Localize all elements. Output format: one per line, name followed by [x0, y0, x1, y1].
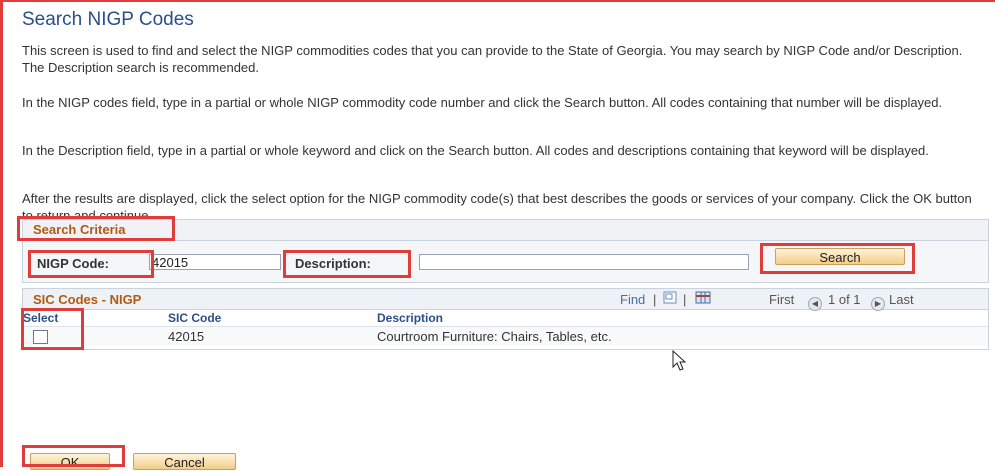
- column-header-description: Description: [377, 311, 444, 325]
- highlight-frame-top: [0, 0, 995, 2]
- table-row: 42015 Courtroom Furniture: Chairs, Table…: [23, 326, 988, 346]
- page-title: Search NIGP Codes: [22, 9, 194, 30]
- column-header-select: Select: [23, 311, 59, 325]
- nigp-code-input[interactable]: [149, 254, 281, 270]
- description-input[interactable]: [419, 254, 749, 270]
- view-all-icon[interactable]: [663, 291, 677, 307]
- page-status: 1 of 1: [828, 292, 861, 307]
- intro-paragraph: This screen is used to find and select t…: [22, 43, 963, 75]
- search-button[interactable]: Search: [775, 248, 905, 265]
- description-instructions-paragraph: In the Description field, type in a part…: [22, 143, 929, 158]
- nigp-instructions-paragraph: In the NIGP codes field, type in a parti…: [22, 95, 943, 110]
- sic-code-cell: 42015: [168, 329, 205, 344]
- sic-codes-grid: SIC Codes - NIGP Find | | First ◀ 1 of 1…: [22, 288, 989, 350]
- nav-separator-2: |: [683, 292, 687, 307]
- cancel-button[interactable]: Cancel: [133, 453, 236, 470]
- mouse-cursor-icon: [672, 350, 687, 371]
- last-link[interactable]: Last: [889, 292, 914, 307]
- grid-title: SIC Codes - NIGP: [33, 292, 142, 307]
- search-criteria-header: Search Criteria: [23, 220, 988, 241]
- nav-separator: |: [653, 292, 657, 307]
- description-label: Description:: [295, 256, 371, 271]
- column-header-sic-code: SIC Code: [168, 311, 222, 325]
- next-page-icon[interactable]: ▶: [871, 292, 885, 311]
- search-criteria-title: Search Criteria: [33, 222, 126, 237]
- select-checkbox[interactable]: [33, 330, 48, 344]
- grid-header: SIC Codes - NIGP Find | | First ◀ 1 of 1…: [23, 289, 988, 311]
- find-link[interactable]: Find: [620, 292, 645, 307]
- search-criteria-panel: Search Criteria NIGP Code: Description: …: [22, 219, 989, 283]
- first-link[interactable]: First: [769, 292, 794, 307]
- highlight-frame-left: [0, 0, 3, 467]
- description-cell: Courtroom Furniture: Chairs, Tables, etc…: [377, 329, 612, 344]
- previous-page-icon[interactable]: ◀: [808, 292, 822, 311]
- ok-button[interactable]: OK: [30, 453, 110, 470]
- download-grid-icon[interactable]: [695, 291, 711, 307]
- nigp-code-label: NIGP Code:: [37, 256, 109, 271]
